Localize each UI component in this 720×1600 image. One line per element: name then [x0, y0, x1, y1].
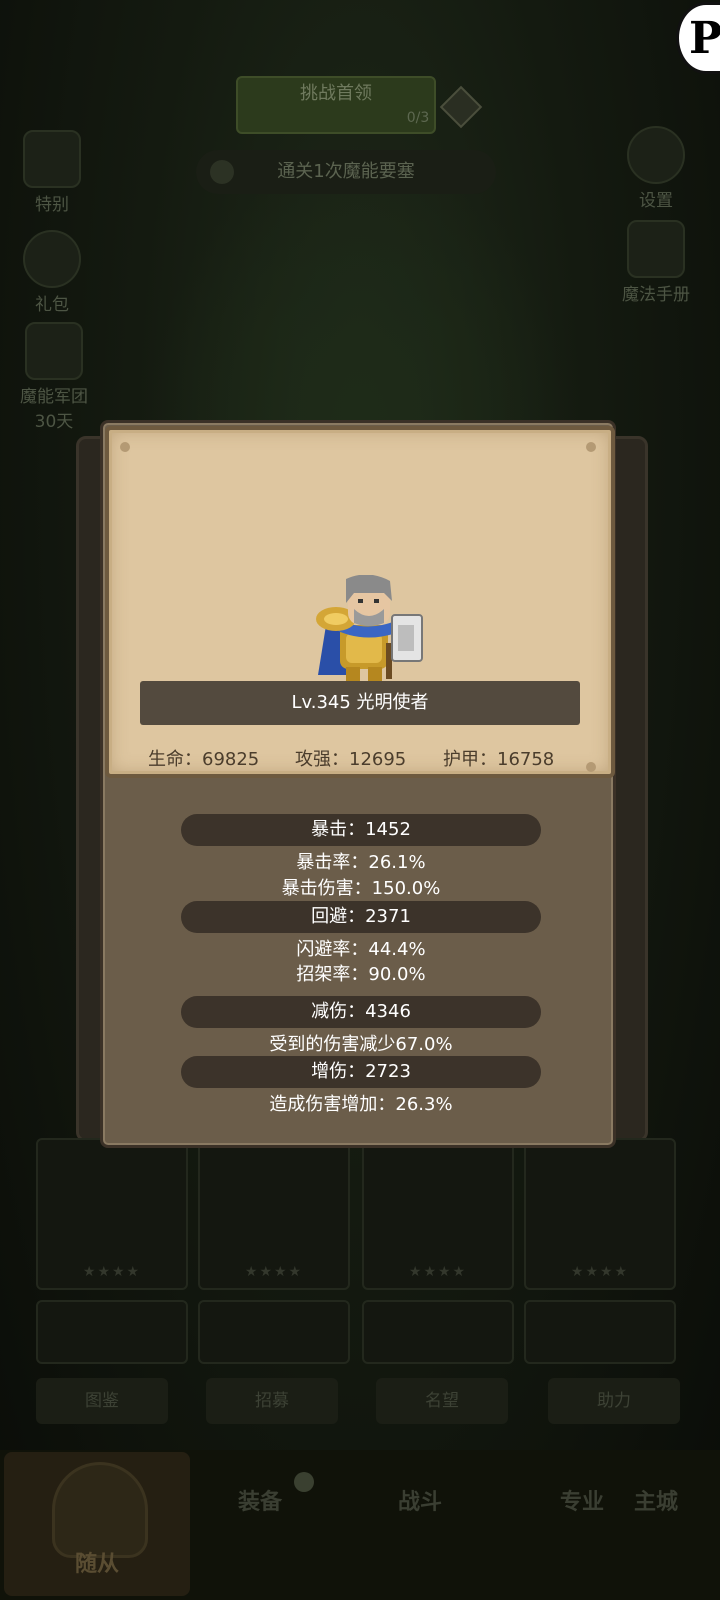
hero-name-bar: Lv.345 光明使者: [140, 681, 580, 725]
gift-pack-label: 礼包: [35, 295, 69, 315]
dodge-title: 回避：2371: [311, 906, 411, 927]
follower-card[interactable]: ★★★★: [36, 1138, 188, 1290]
reduce-desc: 受到的伤害减少67.0%: [269, 1034, 453, 1055]
settings-label: 设置: [639, 191, 673, 211]
nav-followers-label: 随从: [74, 1552, 119, 1577]
spellbook-shortcut[interactable]: 魔法手册: [614, 220, 698, 305]
crit-header: 暴击：1452: [181, 814, 541, 846]
tab-collection[interactable]: 图鉴: [36, 1378, 168, 1424]
crit-rate: 暴击率：26.1%: [296, 852, 426, 873]
increase-title: 增伤：2723: [311, 1061, 411, 1082]
tab-recruit[interactable]: 招募: [206, 1378, 338, 1424]
special-label: 特别: [35, 195, 69, 215]
crit-title: 暴击：1452: [311, 819, 411, 840]
tab-fame[interactable]: 名望: [376, 1378, 508, 1424]
nav-equipment[interactable]: 装备: [180, 1484, 340, 1516]
hero-hp: 生命：69825: [148, 749, 260, 770]
rivet: [120, 442, 130, 452]
legion-icon: [25, 322, 83, 380]
reduce-header: 减伤：4346: [181, 996, 541, 1028]
follower-card[interactable]: ★★★★: [362, 1138, 514, 1290]
reduce-title: 减伤：4346: [311, 1001, 411, 1022]
spellbook-label: 魔法手册: [622, 285, 690, 305]
challenge-boss-label: 挑战首领: [300, 83, 372, 104]
nav-followers[interactable]: 随从: [4, 1452, 190, 1596]
hero-portrait: [316, 575, 423, 681]
dodge-rate: 闪避率：44.4%: [296, 939, 426, 960]
follower-card[interactable]: [198, 1300, 350, 1364]
tab-assist[interactable]: 助力: [548, 1378, 680, 1424]
settings-shortcut[interactable]: 设置: [624, 126, 688, 211]
legion-days: 30天: [34, 412, 74, 432]
nav-battle[interactable]: 战斗: [340, 1484, 500, 1516]
follower-card[interactable]: ★★★★: [524, 1138, 676, 1290]
follower-card[interactable]: [36, 1300, 188, 1364]
book-icon: [627, 220, 685, 278]
nav-main-city[interactable]: 主城: [576, 1484, 720, 1516]
rivet: [586, 762, 596, 772]
quest-bar[interactable]: 通关1次魔能要塞: [196, 150, 496, 194]
challenge-boss-count: 0/3: [406, 110, 430, 126]
quest-icon: [210, 160, 234, 184]
follower-card[interactable]: ★★★★: [198, 1138, 350, 1290]
helmet-icon: [52, 1462, 148, 1558]
quest-text: 通关1次魔能要塞: [277, 161, 415, 182]
follower-card[interactable]: [362, 1300, 514, 1364]
parry-rate: 招架率：90.0%: [296, 964, 426, 985]
hero-attack: 攻强：12695: [295, 749, 407, 770]
follower-card[interactable]: [524, 1300, 676, 1364]
coin-icon: [23, 230, 81, 288]
hero-level-name: Lv.345 光明使者: [291, 692, 429, 713]
dodge-header: 回避：2371: [181, 901, 541, 933]
increase-desc: 造成伤害增加：26.3%: [269, 1094, 453, 1115]
hero-armor: 护甲：16758: [443, 749, 555, 770]
increase-header: 增伤：2723: [181, 1056, 541, 1088]
legion-label: 魔能军团: [20, 387, 88, 407]
legion-shortcut[interactable]: 魔能军团 30天: [14, 322, 94, 432]
rivet: [586, 442, 596, 452]
gear-icon: [627, 126, 685, 184]
gift-pack-shortcut[interactable]: 礼包: [20, 230, 84, 315]
calendar-icon: [23, 130, 81, 188]
special-shortcut[interactable]: 特别: [20, 130, 84, 215]
challenge-boss-button[interactable]: 挑战首领 0/3: [236, 76, 436, 134]
crit-damage: 暴击伤害：150.0%: [281, 878, 441, 899]
